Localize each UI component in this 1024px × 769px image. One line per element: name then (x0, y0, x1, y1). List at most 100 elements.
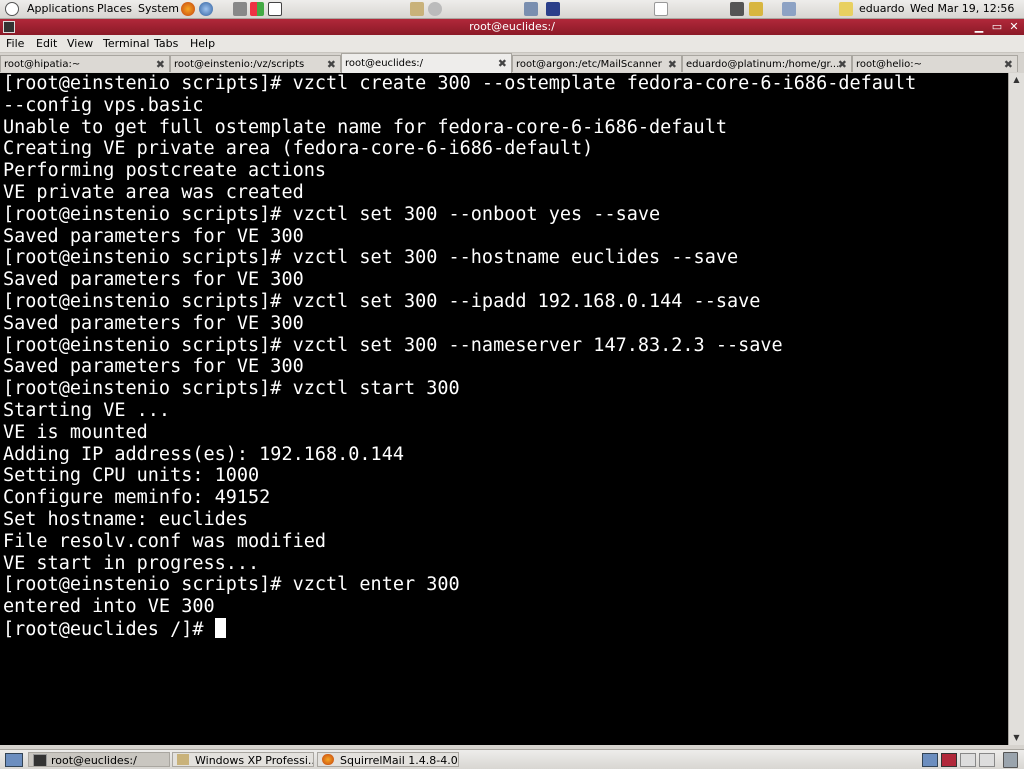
tab-hipatia[interactable]: root@hipatia:~ ✖ (0, 55, 170, 72)
terminal-line: Starting VE ... (3, 399, 171, 421)
workspace-3-icon[interactable] (960, 753, 976, 767)
taskbar-item-terminal[interactable]: root@euclides:/ (28, 752, 170, 767)
terminal-output[interactable]: [root@einstenio scripts]# vzctl create 3… (0, 73, 1008, 745)
menu-bar: File Edit View Terminal Tabs Help (0, 35, 1024, 53)
tab-argon[interactable]: root@argon:/etc/MailScanner ✖ (512, 55, 682, 72)
window-title: root@euclides:/ (469, 20, 555, 33)
tab-close-icon[interactable]: ✖ (838, 56, 847, 72)
applications-menu[interactable]: Applications (27, 0, 94, 18)
menu-view[interactable]: View (67, 35, 93, 52)
scroll-up-icon[interactable]: ▲ (1009, 73, 1024, 87)
tab-label: root@argon:/etc/MailScanner (516, 59, 662, 70)
text-editor-icon[interactable] (654, 2, 668, 16)
tab-label: root@einstenio:/vz/scripts (174, 59, 305, 70)
terminal-line: VE start in progress... (3, 552, 260, 574)
terminal-line: Saved parameters for VE 300 (3, 312, 304, 334)
tab-close-icon[interactable]: ✖ (498, 54, 507, 73)
terminal-line: [root@einstenio scripts]# vzctl set 300 … (3, 247, 739, 269)
network-icon[interactable] (524, 2, 538, 16)
tab-platinum[interactable]: eduardo@platinum:/home/gr... ✖ (682, 55, 852, 72)
scroll-down-icon[interactable]: ▼ (1009, 731, 1024, 745)
terminal-icon (33, 754, 47, 766)
terminal-line: Unable to get full ostemplate name for f… (3, 116, 727, 138)
menu-terminal[interactable]: Terminal (103, 35, 150, 52)
terminal-line: [root@einstenio scripts]# vzctl set 300 … (3, 290, 761, 312)
menu-file[interactable]: File (6, 35, 24, 52)
clipboard-icon[interactable] (782, 2, 796, 16)
notes-icon[interactable] (839, 2, 853, 16)
tab-close-icon[interactable]: ✖ (668, 56, 677, 72)
terminal-line: Setting CPU units: 1000 (3, 465, 260, 487)
firefox-icon (322, 754, 334, 765)
window-title-bar[interactable]: root@euclides:/ ▁ ▭ ✕ (0, 19, 1024, 35)
tab-close-icon[interactable]: ✖ (1004, 56, 1013, 72)
tab-einstenio[interactable]: root@einstenio:/vz/scripts ✖ (170, 55, 341, 72)
terminal-line: Saved parameters for VE 300 (3, 269, 304, 291)
tab-label: eduardo@platinum:/home/gr... (686, 59, 840, 70)
terminal-line: VE private area was created (3, 181, 304, 203)
tab-close-icon[interactable]: ✖ (156, 56, 165, 72)
terminal-prompt-line[interactable]: [root@euclides /]# (3, 617, 1008, 641)
terminal-line: [root@einstenio scripts]# vzctl set 300 … (3, 334, 783, 356)
terminal-prompt: [root@euclides /]# (3, 618, 215, 640)
taskbar-item-squirrelmail[interactable]: SquirrelMail 1.4.8-4.0... (317, 752, 459, 767)
minimize-icon[interactable]: ▁ (972, 20, 986, 33)
gnome-foot-icon[interactable] (5, 2, 19, 16)
lock-icon[interactable] (749, 2, 763, 16)
remote-desktop-icon[interactable] (546, 2, 560, 16)
camera-icon[interactable] (730, 2, 744, 16)
close-icon[interactable]: ✕ (1007, 20, 1021, 33)
workspace-1-icon[interactable] (922, 753, 938, 767)
bottom-panel: root@euclides:/ Windows XP Professi... S… (0, 749, 1024, 769)
terminal-line: [root@einstenio scripts]# vzctl start 30… (3, 378, 460, 400)
terminal-cursor (214, 617, 226, 638)
terminal-line: [root@einstenio scripts]# vzctl create 3… (3, 73, 917, 94)
email-launcher-icon[interactable] (199, 2, 213, 16)
terminal-line: Saved parameters for VE 300 (3, 225, 304, 247)
tab-close-icon[interactable]: ✖ (327, 56, 336, 72)
vm-icon (177, 754, 189, 765)
user-name: eduardo (859, 2, 905, 15)
desktop-icon[interactable] (268, 2, 282, 16)
volume-icon[interactable] (233, 2, 247, 16)
places-menu[interactable]: Places (97, 0, 132, 18)
menu-edit[interactable]: Edit (36, 35, 57, 52)
taskbar-label: Windows XP Professi... (195, 754, 314, 767)
taskbar-item-windows-xp[interactable]: Windows XP Professi... (172, 752, 314, 767)
terminal-line: Performing postcreate actions (3, 160, 327, 182)
workspace-4-icon[interactable] (979, 753, 995, 767)
taskbar-label: SquirrelMail 1.4.8-4.0... (340, 754, 459, 767)
tab-label: root@helio:~ (856, 59, 922, 70)
terminal-line: Saved parameters for VE 300 (3, 356, 304, 378)
terminal-line: Adding IP address(es): 192.168.0.144 (3, 443, 404, 465)
terminal-line: --config vps.basic (3, 94, 204, 116)
terminal-line: [root@einstenio scripts]# vzctl set 300 … (3, 203, 661, 225)
terminal-line: Creating VE private area (fedora-core-6-… (3, 138, 594, 160)
tab-bar: root@hipatia:~ ✖ root@einstenio:/vz/scrip… (0, 53, 1024, 73)
tab-label: root@hipatia:~ (4, 59, 81, 70)
tab-label: root@euclides:/ (345, 58, 424, 69)
tab-euclides[interactable]: root@euclides:/ ✖ (341, 53, 512, 73)
tab-helio[interactable]: root@helio:~ ✖ (852, 55, 1018, 72)
terminal-line: File resolv.conf was modified (3, 530, 327, 552)
clock[interactable]: Wed Mar 19, 12:56 (910, 0, 1014, 18)
trash-icon[interactable] (1003, 752, 1018, 768)
menu-help[interactable]: Help (190, 35, 215, 52)
menu-tabs[interactable]: Tabs (154, 35, 178, 52)
package-icon[interactable] (410, 2, 424, 16)
show-desktop-icon[interactable] (5, 753, 23, 767)
top-panel: Applications Places System eduardo Wed M… (0, 0, 1024, 19)
terminal-line: [root@einstenio scripts]# vzctl enter 30… (3, 574, 460, 596)
workspace-2-icon[interactable] (941, 753, 957, 767)
terminal-line: VE is mounted (3, 421, 148, 443)
firefox-launcher-icon[interactable] (181, 2, 195, 16)
terminal-line: Set hostname: euclides (3, 508, 249, 530)
workspace-switcher-icon[interactable] (250, 2, 264, 16)
system-menu[interactable]: System (138, 0, 179, 18)
terminal-line: Configure meminfo: 49152 (3, 487, 271, 509)
terminal-scrollbar[interactable]: ▲ ▼ (1008, 73, 1024, 745)
taskbar-label: root@euclides:/ (51, 754, 137, 767)
maximize-icon[interactable]: ▭ (990, 20, 1004, 33)
terminal-line: entered into VE 300 (3, 596, 215, 618)
settings-gear-icon[interactable] (428, 2, 442, 16)
